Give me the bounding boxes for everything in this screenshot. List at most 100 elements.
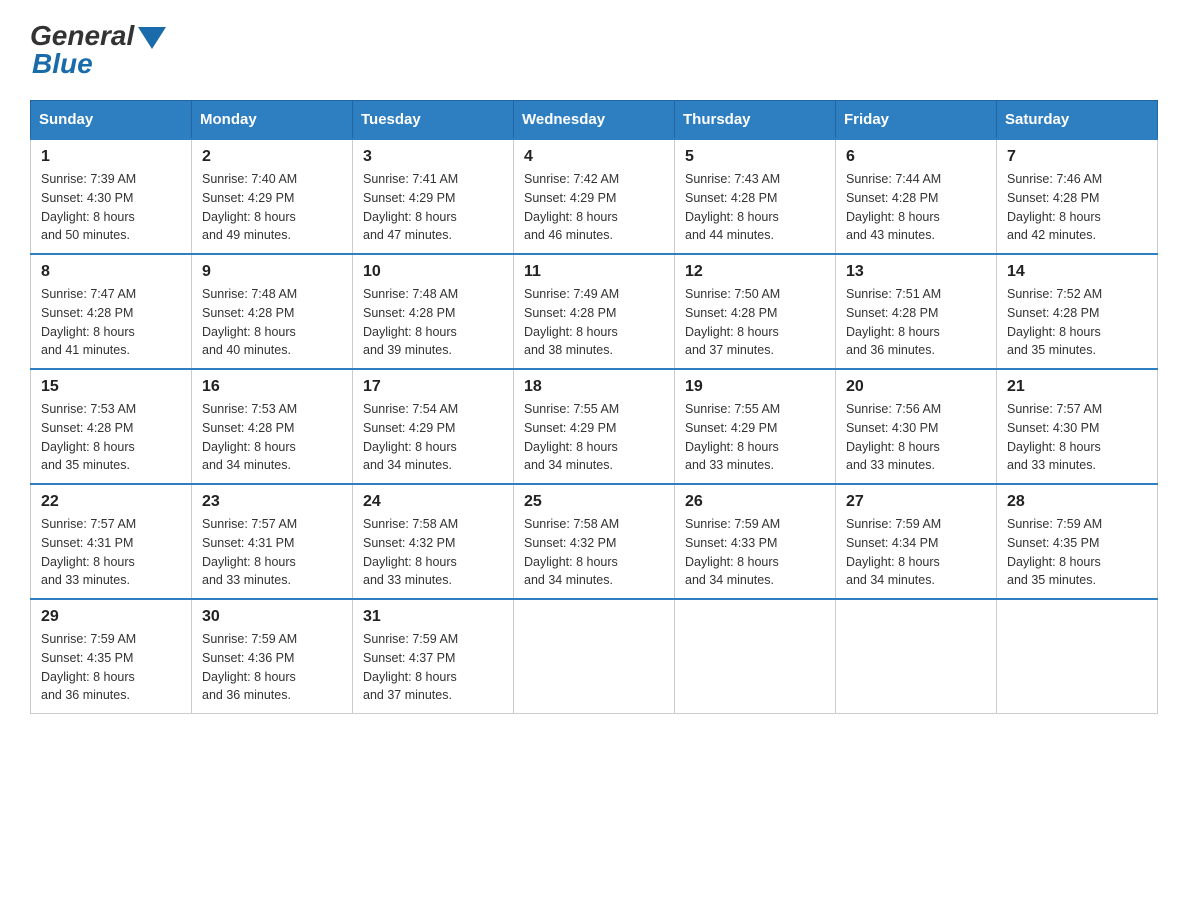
- day-info: Sunrise: 7:47 AM Sunset: 4:28 PM Dayligh…: [41, 285, 181, 360]
- day-number: 8: [41, 263, 181, 281]
- day-info: Sunrise: 7:52 AM Sunset: 4:28 PM Dayligh…: [1007, 285, 1147, 360]
- day-number: 24: [363, 493, 503, 511]
- calendar-week-row: 8 Sunrise: 7:47 AM Sunset: 4:28 PM Dayli…: [31, 254, 1158, 369]
- day-number: 13: [846, 263, 986, 281]
- day-info: Sunrise: 7:56 AM Sunset: 4:30 PM Dayligh…: [846, 400, 986, 475]
- calendar-cell: 15 Sunrise: 7:53 AM Sunset: 4:28 PM Dayl…: [31, 369, 192, 484]
- calendar-cell: 7 Sunrise: 7:46 AM Sunset: 4:28 PM Dayli…: [997, 139, 1158, 254]
- day-info: Sunrise: 7:39 AM Sunset: 4:30 PM Dayligh…: [41, 170, 181, 245]
- day-number: 26: [685, 493, 825, 511]
- calendar-cell: 14 Sunrise: 7:52 AM Sunset: 4:28 PM Dayl…: [997, 254, 1158, 369]
- logo-triangle-icon: [138, 27, 166, 49]
- day-info: Sunrise: 7:54 AM Sunset: 4:29 PM Dayligh…: [363, 400, 503, 475]
- calendar-cell: 5 Sunrise: 7:43 AM Sunset: 4:28 PM Dayli…: [675, 139, 836, 254]
- calendar-cell: 17 Sunrise: 7:54 AM Sunset: 4:29 PM Dayl…: [353, 369, 514, 484]
- day-number: 30: [202, 608, 342, 626]
- calendar-cell: 8 Sunrise: 7:47 AM Sunset: 4:28 PM Dayli…: [31, 254, 192, 369]
- day-info: Sunrise: 7:59 AM Sunset: 4:34 PM Dayligh…: [846, 515, 986, 590]
- day-info: Sunrise: 7:57 AM Sunset: 4:31 PM Dayligh…: [41, 515, 181, 590]
- calendar-table: SundayMondayTuesdayWednesdayThursdayFrid…: [30, 100, 1158, 714]
- day-number: 16: [202, 378, 342, 396]
- calendar-cell: [997, 599, 1158, 714]
- day-number: 25: [524, 493, 664, 511]
- calendar-cell: 1 Sunrise: 7:39 AM Sunset: 4:30 PM Dayli…: [31, 139, 192, 254]
- calendar-cell: 12 Sunrise: 7:50 AM Sunset: 4:28 PM Dayl…: [675, 254, 836, 369]
- calendar-cell: 2 Sunrise: 7:40 AM Sunset: 4:29 PM Dayli…: [192, 139, 353, 254]
- day-number: 4: [524, 148, 664, 166]
- day-number: 22: [41, 493, 181, 511]
- day-info: Sunrise: 7:59 AM Sunset: 4:33 PM Dayligh…: [685, 515, 825, 590]
- calendar-cell: 6 Sunrise: 7:44 AM Sunset: 4:28 PM Dayli…: [836, 139, 997, 254]
- day-number: 7: [1007, 148, 1147, 166]
- calendar-cell: 4 Sunrise: 7:42 AM Sunset: 4:29 PM Dayli…: [514, 139, 675, 254]
- calendar-week-row: 29 Sunrise: 7:59 AM Sunset: 4:35 PM Dayl…: [31, 599, 1158, 714]
- calendar-header-wednesday: Wednesday: [514, 101, 675, 140]
- day-info: Sunrise: 7:51 AM Sunset: 4:28 PM Dayligh…: [846, 285, 986, 360]
- calendar-week-row: 1 Sunrise: 7:39 AM Sunset: 4:30 PM Dayli…: [31, 139, 1158, 254]
- calendar-cell: 31 Sunrise: 7:59 AM Sunset: 4:37 PM Dayl…: [353, 599, 514, 714]
- day-info: Sunrise: 7:48 AM Sunset: 4:28 PM Dayligh…: [363, 285, 503, 360]
- day-info: Sunrise: 7:58 AM Sunset: 4:32 PM Dayligh…: [363, 515, 503, 590]
- day-info: Sunrise: 7:46 AM Sunset: 4:28 PM Dayligh…: [1007, 170, 1147, 245]
- day-number: 1: [41, 148, 181, 166]
- day-number: 23: [202, 493, 342, 511]
- day-info: Sunrise: 7:48 AM Sunset: 4:28 PM Dayligh…: [202, 285, 342, 360]
- calendar-cell: 24 Sunrise: 7:58 AM Sunset: 4:32 PM Dayl…: [353, 484, 514, 599]
- calendar-cell: 21 Sunrise: 7:57 AM Sunset: 4:30 PM Dayl…: [997, 369, 1158, 484]
- day-number: 11: [524, 263, 664, 281]
- calendar-header-tuesday: Tuesday: [353, 101, 514, 140]
- day-info: Sunrise: 7:57 AM Sunset: 4:31 PM Dayligh…: [202, 515, 342, 590]
- day-number: 31: [363, 608, 503, 626]
- day-info: Sunrise: 7:50 AM Sunset: 4:28 PM Dayligh…: [685, 285, 825, 360]
- day-info: Sunrise: 7:58 AM Sunset: 4:32 PM Dayligh…: [524, 515, 664, 590]
- calendar-cell: 22 Sunrise: 7:57 AM Sunset: 4:31 PM Dayl…: [31, 484, 192, 599]
- calendar-cell: 26 Sunrise: 7:59 AM Sunset: 4:33 PM Dayl…: [675, 484, 836, 599]
- logo: General Blue: [30, 20, 166, 80]
- logo-blue-text: Blue: [32, 48, 93, 80]
- calendar-cell: [836, 599, 997, 714]
- day-number: 28: [1007, 493, 1147, 511]
- day-info: Sunrise: 7:41 AM Sunset: 4:29 PM Dayligh…: [363, 170, 503, 245]
- calendar-cell: 10 Sunrise: 7:48 AM Sunset: 4:28 PM Dayl…: [353, 254, 514, 369]
- calendar-cell: 16 Sunrise: 7:53 AM Sunset: 4:28 PM Dayl…: [192, 369, 353, 484]
- calendar-header-sunday: Sunday: [31, 101, 192, 140]
- calendar-cell: [675, 599, 836, 714]
- day-number: 6: [846, 148, 986, 166]
- day-info: Sunrise: 7:43 AM Sunset: 4:28 PM Dayligh…: [685, 170, 825, 245]
- day-info: Sunrise: 7:55 AM Sunset: 4:29 PM Dayligh…: [685, 400, 825, 475]
- calendar-header-friday: Friday: [836, 101, 997, 140]
- calendar-cell: 11 Sunrise: 7:49 AM Sunset: 4:28 PM Dayl…: [514, 254, 675, 369]
- day-number: 12: [685, 263, 825, 281]
- day-number: 3: [363, 148, 503, 166]
- calendar-cell: 27 Sunrise: 7:59 AM Sunset: 4:34 PM Dayl…: [836, 484, 997, 599]
- day-info: Sunrise: 7:42 AM Sunset: 4:29 PM Dayligh…: [524, 170, 664, 245]
- calendar-cell: 28 Sunrise: 7:59 AM Sunset: 4:35 PM Dayl…: [997, 484, 1158, 599]
- calendar-header-row: SundayMondayTuesdayWednesdayThursdayFrid…: [31, 101, 1158, 140]
- calendar-cell: 9 Sunrise: 7:48 AM Sunset: 4:28 PM Dayli…: [192, 254, 353, 369]
- calendar-header-thursday: Thursday: [675, 101, 836, 140]
- day-info: Sunrise: 7:59 AM Sunset: 4:37 PM Dayligh…: [363, 630, 503, 705]
- day-info: Sunrise: 7:59 AM Sunset: 4:35 PM Dayligh…: [1007, 515, 1147, 590]
- day-number: 29: [41, 608, 181, 626]
- day-info: Sunrise: 7:55 AM Sunset: 4:29 PM Dayligh…: [524, 400, 664, 475]
- calendar-header-saturday: Saturday: [997, 101, 1158, 140]
- calendar-header-monday: Monday: [192, 101, 353, 140]
- calendar-cell: 25 Sunrise: 7:58 AM Sunset: 4:32 PM Dayl…: [514, 484, 675, 599]
- day-number: 5: [685, 148, 825, 166]
- day-info: Sunrise: 7:57 AM Sunset: 4:30 PM Dayligh…: [1007, 400, 1147, 475]
- calendar-cell: 13 Sunrise: 7:51 AM Sunset: 4:28 PM Dayl…: [836, 254, 997, 369]
- day-info: Sunrise: 7:53 AM Sunset: 4:28 PM Dayligh…: [41, 400, 181, 475]
- day-number: 20: [846, 378, 986, 396]
- calendar-cell: 3 Sunrise: 7:41 AM Sunset: 4:29 PM Dayli…: [353, 139, 514, 254]
- day-number: 21: [1007, 378, 1147, 396]
- day-number: 18: [524, 378, 664, 396]
- day-number: 17: [363, 378, 503, 396]
- day-info: Sunrise: 7:53 AM Sunset: 4:28 PM Dayligh…: [202, 400, 342, 475]
- calendar-week-row: 22 Sunrise: 7:57 AM Sunset: 4:31 PM Dayl…: [31, 484, 1158, 599]
- day-info: Sunrise: 7:44 AM Sunset: 4:28 PM Dayligh…: [846, 170, 986, 245]
- day-number: 2: [202, 148, 342, 166]
- calendar-cell: [514, 599, 675, 714]
- day-number: 27: [846, 493, 986, 511]
- day-info: Sunrise: 7:49 AM Sunset: 4:28 PM Dayligh…: [524, 285, 664, 360]
- calendar-cell: 29 Sunrise: 7:59 AM Sunset: 4:35 PM Dayl…: [31, 599, 192, 714]
